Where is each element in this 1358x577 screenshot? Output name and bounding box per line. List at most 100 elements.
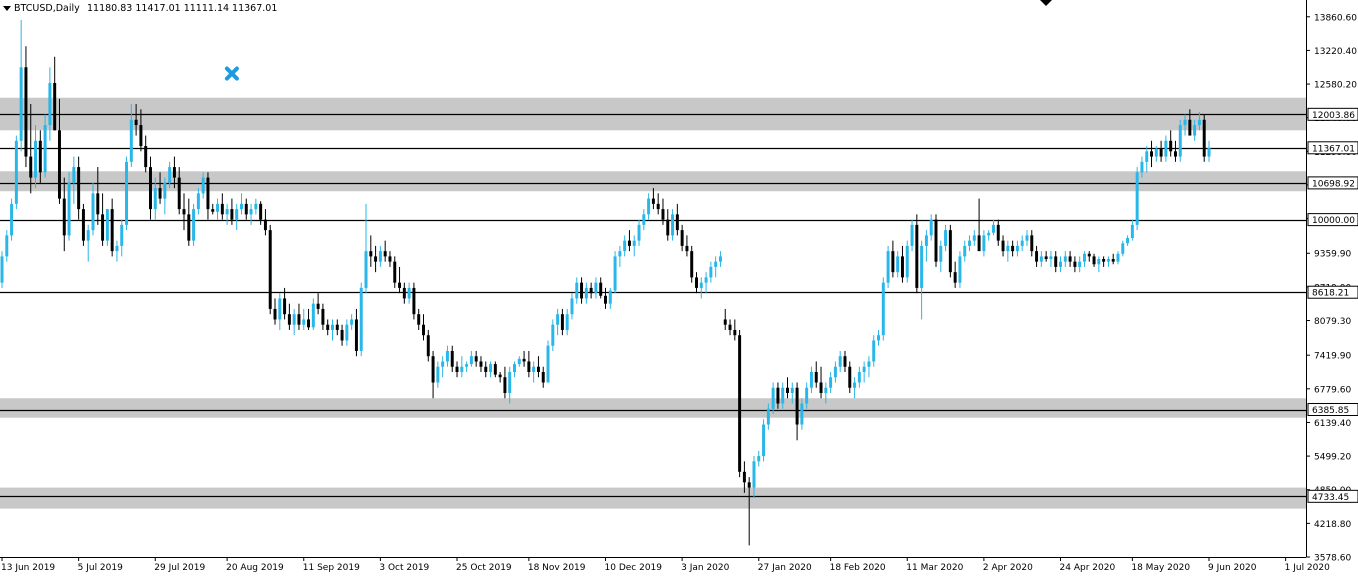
candle (5, 230, 9, 262)
candle-body (747, 482, 751, 488)
candle (589, 282, 593, 299)
candle-body (120, 224, 124, 246)
level-price-label: 10698.92 (1312, 179, 1355, 189)
candle-body (1159, 148, 1163, 157)
candle-body (551, 324, 555, 346)
candle (77, 156, 81, 220)
candle (110, 198, 114, 257)
candle-body (393, 261, 397, 283)
candle-body (546, 345, 550, 383)
candle-body (24, 67, 28, 157)
candle-body (302, 319, 306, 325)
candle (1150, 140, 1154, 168)
x-tick-label: 3 Oct 2019 (379, 563, 429, 573)
candle (359, 282, 363, 357)
candle (1202, 114, 1206, 162)
candle (1145, 146, 1149, 173)
dropdown-arrow-icon[interactable] (3, 6, 11, 11)
x-tick-label: 2 Apr 2020 (983, 563, 1033, 573)
candle (527, 350, 531, 378)
candle (235, 203, 239, 231)
x-tick-label: 1 Jul 2020 (1285, 563, 1330, 573)
candle-body (987, 232, 991, 236)
candle (455, 361, 459, 378)
candle-body (57, 130, 61, 199)
candle (1054, 251, 1058, 273)
candle-body (872, 340, 876, 362)
candle-body (125, 161, 129, 225)
x-tick-label: 25 Oct 2019 (456, 563, 512, 573)
candle (1116, 251, 1120, 265)
y-tick-label: 4218.80 (1314, 520, 1351, 530)
candle-body (417, 314, 421, 325)
candle-body (402, 287, 406, 299)
candle-body (0, 256, 4, 283)
candle-body (1059, 261, 1063, 267)
candle (14, 135, 18, 210)
ohlc-values: 11180.83 11417.01 11111.14 11367.01 (87, 3, 277, 14)
candle (378, 245, 382, 267)
y-tick-label: 13860.60 (1314, 13, 1357, 23)
candle-body (307, 319, 311, 328)
candle (594, 277, 598, 299)
candle (1102, 256, 1106, 267)
candle-body (316, 303, 320, 309)
candle (718, 251, 722, 267)
candle (872, 335, 876, 367)
candle-body (910, 224, 914, 246)
candle (881, 277, 885, 341)
candle (886, 245, 890, 288)
candle (968, 235, 972, 252)
candle (709, 261, 713, 283)
candle-body (1116, 253, 1120, 262)
x-tick-label: 20 Aug 2019 (226, 563, 284, 573)
candle-body (848, 366, 852, 388)
candle-body (666, 219, 670, 236)
candle-body (891, 251, 895, 273)
candle-body (618, 251, 622, 257)
candle (1035, 245, 1039, 267)
candle-body (1025, 235, 1029, 241)
candle (364, 203, 368, 294)
candle (436, 361, 440, 388)
candle (695, 272, 698, 294)
candle (1020, 235, 1024, 252)
candle (273, 298, 277, 325)
candle (254, 198, 258, 215)
candle (216, 198, 220, 220)
candle (1164, 135, 1168, 162)
candle (556, 308, 560, 336)
candle (445, 345, 449, 367)
candle-body (153, 188, 157, 210)
axis-layer: 13860.6013220.4012580.2011940.0011299.80… (0, 0, 1358, 573)
candle-body (14, 140, 18, 204)
candle (541, 366, 545, 388)
candle-body (1097, 259, 1101, 265)
cross-marker-icon[interactable] (224, 66, 239, 81)
candle-body (297, 314, 301, 325)
candle (263, 209, 267, 236)
candle (1207, 140, 1211, 162)
candle-body (503, 377, 507, 394)
candle (704, 272, 708, 294)
candle-body (29, 156, 33, 178)
candle-body (723, 319, 727, 325)
candle-body (776, 387, 780, 404)
scroll-shift-marker-icon[interactable] (1040, 0, 1052, 6)
candle-body (661, 209, 665, 220)
candle-body (953, 272, 957, 283)
candle (819, 366, 823, 399)
candle-body (441, 361, 445, 367)
candle-body (709, 266, 713, 278)
candle-body (144, 146, 148, 168)
chart-window: 13860.6013220.4012580.2011940.0011299.80… (0, 0, 1358, 577)
candle-body (263, 219, 267, 231)
candle-body (1030, 235, 1034, 252)
candle (225, 203, 229, 225)
candle-body (560, 314, 564, 330)
candle (1049, 251, 1053, 267)
candle-body (584, 287, 588, 299)
candle-body (1054, 256, 1058, 267)
candle-body (1173, 151, 1177, 157)
candle-body (1078, 261, 1082, 267)
